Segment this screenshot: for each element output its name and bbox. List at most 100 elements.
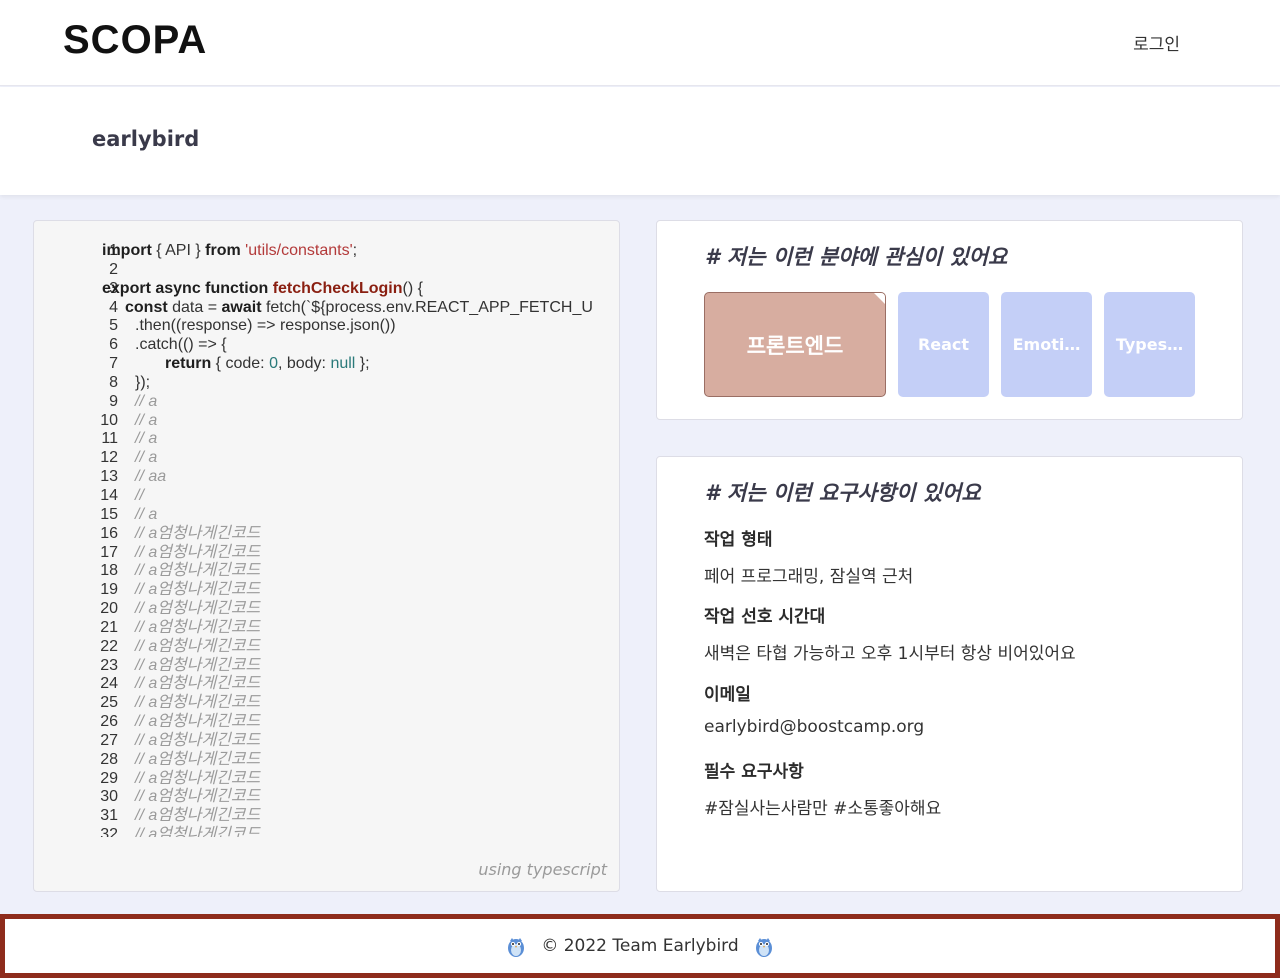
code-line: 28 // a엄청나게긴코드 — [34, 750, 619, 770]
code-token: .then((response) => response.json()) — [135, 317, 396, 335]
line-number: 28 — [100, 750, 118, 768]
code-token: import — [102, 242, 152, 259]
code-comment: // a엄청나게긴코드 — [135, 807, 261, 825]
code-token: }); — [135, 373, 151, 391]
code-comment: // aa — [135, 468, 167, 486]
title-band: earlybird — [0, 87, 1280, 195]
code-comment: // a엄청나게긴코드 — [135, 600, 261, 618]
line-number: 13 — [100, 468, 118, 486]
code-line: 5 .then((response) => response.json()) — [34, 317, 619, 336]
code-line: 20 // a엄청나게긴코드 — [34, 600, 619, 619]
code-line: 13 // aa — [34, 468, 619, 487]
bird-icon — [508, 938, 525, 957]
code-line: 14 // — [34, 486, 619, 506]
code-comment: // a엄청나게긴코드 — [135, 694, 261, 712]
code-token: () { — [402, 279, 423, 297]
line-number: 21 — [100, 618, 118, 636]
code-comment: // a엄청나게긴코드 — [135, 826, 261, 837]
line-number: 18 — [100, 562, 118, 580]
interest-tags: 프론트엔드 React Emoti… Types… — [704, 292, 1195, 397]
code-comment: // — [135, 486, 144, 504]
code-token: null — [330, 355, 356, 373]
code-comment: // a엄청나게긴코드 — [135, 731, 261, 749]
code-line: 31 // a엄청나게긴코드 — [34, 807, 619, 826]
line-number: 27 — [100, 731, 118, 749]
tag-react[interactable]: React — [898, 292, 989, 397]
req-value: 새벽은 타협 가능하고 오후 1시부터 항상 비어있어요 — [704, 644, 1076, 664]
logo[interactable]: SCOPA — [63, 18, 207, 63]
code-line: 30 // a엄청나게긴코드 — [34, 788, 619, 807]
req-label: 작업 선호 시간대 — [704, 607, 826, 627]
line-number: 5 — [109, 317, 118, 335]
code-line: 9 // a — [34, 392, 619, 412]
line-number: 9 — [109, 392, 118, 410]
line-number: 31 — [100, 807, 118, 825]
code-comment: // a — [135, 411, 158, 429]
code-line: 11 // a — [34, 430, 619, 449]
code-token: await — [221, 298, 262, 316]
req-label: 필수 요구사항 — [704, 762, 804, 782]
requirements-heading: # 저는 이런 요구사항이 있어요 — [705, 481, 981, 505]
tag-frontend[interactable]: 프론트엔드 — [704, 292, 886, 397]
req-mandatory: 필수 요구사항 #잠실사는사람만 #소통좋아해요 — [704, 757, 941, 819]
line-number: 19 — [100, 581, 118, 599]
req-email: 이메일 earlybird@boostcamp.org — [704, 680, 924, 737]
code-line: 24 // a엄청나게긴코드 — [34, 675, 619, 694]
code-line: 6 .catch(() => { — [34, 336, 619, 355]
bird-icon — [755, 938, 772, 957]
code-comment: // a엄청나게긴코드 — [135, 788, 261, 806]
code-line: 21 // a엄청나게긴코드 — [34, 618, 619, 638]
line-number: 29 — [100, 769, 118, 787]
code-line: 1 import { API } from 'utils/constants'; — [34, 242, 619, 261]
code-comment: // a — [135, 505, 158, 523]
line-number: 25 — [100, 694, 118, 712]
code-token: ; — [352, 242, 358, 259]
code-line: 18 // a엄청나게긴코드 — [34, 562, 619, 581]
code-line: 27 // a엄청나게긴코드 — [34, 731, 619, 751]
line-number: 24 — [100, 675, 118, 693]
code-line: 12 // a — [34, 449, 619, 468]
language-note: using typescript — [478, 860, 607, 879]
code-comment: // a엄청나게긴코드 — [135, 562, 261, 580]
req-label: 작업 형태 — [704, 530, 773, 550]
req-value: earlybird@boostcamp.org — [704, 717, 925, 737]
line-number: 17 — [100, 543, 118, 561]
code-line: 17 // a엄청나게긴코드 — [34, 543, 619, 563]
code-line: 25 // a엄청나게긴코드 — [34, 694, 619, 713]
tag-emotion[interactable]: Emoti… — [1001, 292, 1092, 397]
code-line: 29 // a엄청나게긴코드 — [34, 769, 619, 789]
code-comment: // a엄청나게긴코드 — [135, 675, 261, 693]
code-token: fetchCheckLogin — [272, 279, 403, 297]
code-line: 7 return { code: 0, body: null }; — [34, 355, 619, 374]
line-number: 22 — [100, 637, 118, 655]
line-number: 8 — [109, 373, 118, 391]
line-number: 14 — [100, 486, 118, 504]
code-line: 26 // a엄청나게긴코드 — [34, 713, 619, 732]
code-line: 3 export async function fetchCheckLogin()… — [34, 279, 619, 299]
code-token: const — [125, 298, 168, 316]
line-number: 4 — [109, 298, 118, 316]
code-comment: // a엄청나게긴코드 — [135, 618, 261, 636]
code-comment: // a엄청나게긴코드 — [135, 769, 261, 787]
req-value: #잠실사는사람만 #소통좋아해요 — [704, 799, 942, 819]
line-number: 32 — [100, 826, 118, 837]
code-comment: // a — [135, 430, 158, 448]
code-comment: // a — [135, 392, 158, 410]
code-editor[interactable]: 1 import { API } from 'utils/constants'; … — [34, 242, 619, 837]
code-token: fetch(`${process.env.REACT_APP_FETCH_U — [261, 298, 593, 316]
code-comment: // a엄청나게긴코드 — [135, 713, 261, 731]
login-link[interactable]: 로그인 — [1133, 30, 1180, 55]
tag-typescript[interactable]: Types… — [1104, 292, 1195, 397]
line-number: 30 — [100, 788, 118, 806]
code-comment: // a — [135, 449, 158, 467]
interest-card: # 저는 이런 분야에 관심이 있어요 프론트엔드 React Emoti… T… — [656, 220, 1243, 420]
code-comment: // a엄청나게긴코드 — [135, 524, 261, 542]
code-comment: // a엄청나게긴코드 — [135, 750, 261, 768]
req-value: 페어 프로그래밍, 잠실역 근처 — [704, 567, 914, 587]
code-token: { API } — [151, 242, 206, 259]
line-number: 23 — [100, 656, 118, 674]
code-token: { code: — [211, 355, 270, 373]
line-number: 20 — [100, 600, 118, 618]
req-label: 이메일 — [704, 685, 751, 705]
line-number: 11 — [101, 430, 118, 448]
